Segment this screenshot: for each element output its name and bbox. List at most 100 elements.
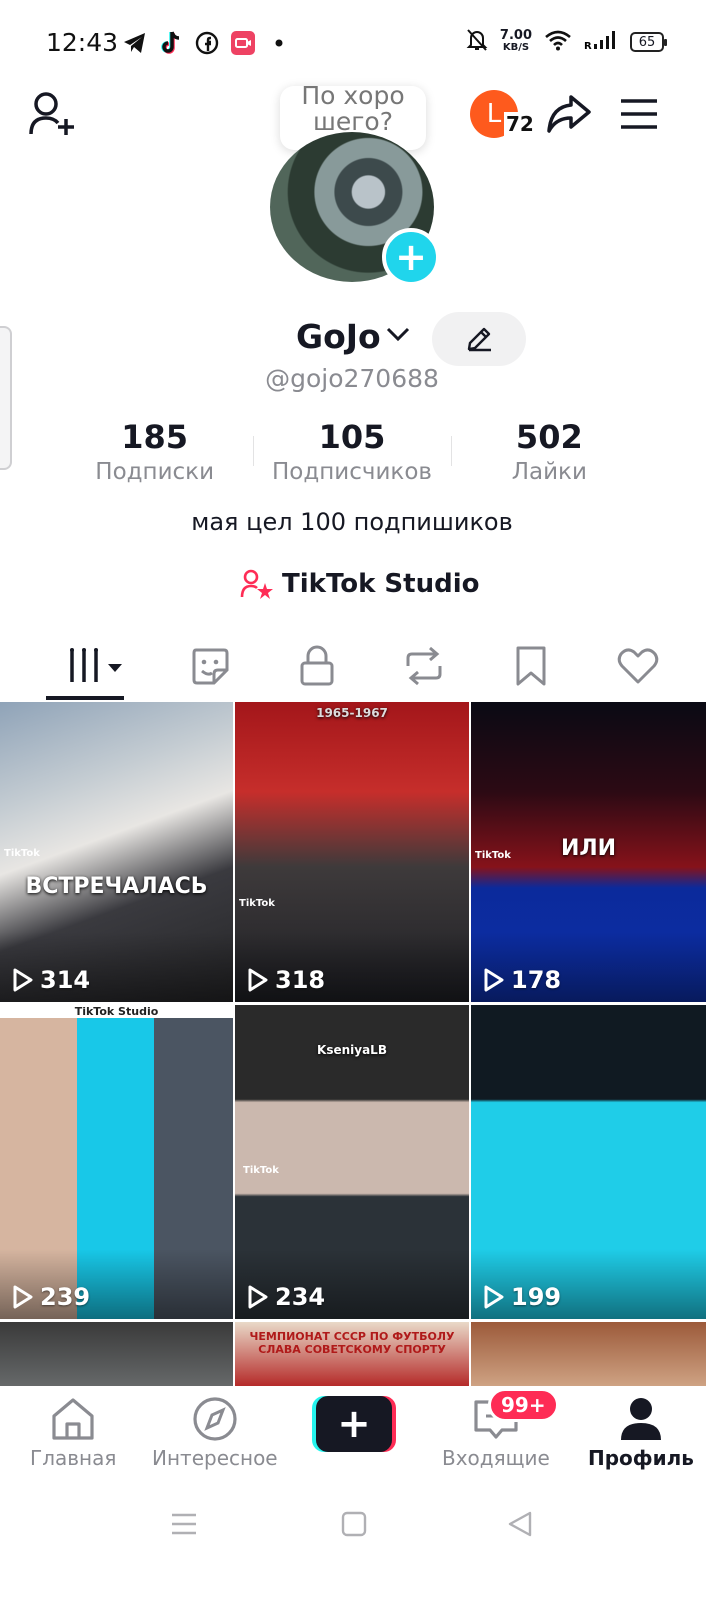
video-thumbnail[interactable] (471, 1322, 706, 1392)
repost-icon (406, 646, 441, 686)
status-bar: 12:43 7.00 KB/S R 65 (0, 0, 720, 86)
grid-bars-icon (70, 648, 122, 682)
play-icon (13, 968, 33, 992)
stat-followers-label: Подписчиков (272, 459, 432, 485)
view-count: 199 (483, 1283, 561, 1311)
tab-private[interactable] (263, 630, 370, 702)
video-thumbnail[interactable] (0, 1322, 233, 1392)
svg-text:R: R (584, 41, 592, 50)
profile-icon (620, 1398, 661, 1440)
video-thumbnail[interactable]: KseniyaLB TikTok 234 (235, 1005, 469, 1319)
video-thumbnail[interactable]: ИЛИ TikTok 178 (471, 702, 706, 1002)
tab-reposts[interactable] (370, 630, 477, 702)
add-friend-button[interactable] (26, 90, 78, 138)
video-caption: ВСТРЕЧАЛАСЬ (25, 874, 208, 899)
status-time: 12:43 (46, 28, 119, 57)
hamburger-menu-icon (621, 99, 657, 129)
stat-followers[interactable]: 105 Подписчиков (253, 418, 450, 488)
wifi-icon (544, 29, 572, 55)
video-caption: KseniyaLB (317, 1043, 387, 1057)
tiktok-studio-link[interactable]: TikTok Studio (240, 564, 479, 604)
nav-discover[interactable]: Интересное (152, 1396, 278, 1470)
view-count: 318 (247, 966, 325, 994)
back-button[interactable] (506, 1510, 534, 1542)
stat-likes-value: 502 (515, 418, 583, 456)
play-icon (248, 1285, 268, 1309)
video-grid: ВСТРЕЧАЛАСЬ TikTok 314 1965-1967 TikTok … (0, 702, 706, 1392)
add-user-icon (29, 92, 74, 135)
chevron-down-icon[interactable] (386, 326, 410, 346)
video-thumbnail[interactable]: 199 (471, 1005, 706, 1319)
dot-icon (266, 30, 292, 56)
home-icon (52, 1398, 94, 1440)
view-count: 178 (483, 966, 561, 994)
studio-icon (240, 569, 273, 599)
profile-stats: 185 Подписки 105 Подписчиков 502 Лайки (56, 418, 648, 488)
play-icon (13, 1285, 33, 1309)
add-story-icon[interactable]: + (382, 228, 440, 286)
tab-videos[interactable] (36, 630, 156, 702)
bookmark-icon (516, 646, 545, 686)
share-icon (547, 95, 591, 133)
view-count: 239 (12, 1283, 90, 1311)
sticker-icon (192, 648, 228, 685)
recents-button[interactable] (170, 1510, 198, 1542)
nav-home[interactable]: Главная (30, 1396, 116, 1470)
video-thumbnail[interactable]: ВСТРЕЧАЛАСЬ TikTok 314 (0, 702, 233, 1002)
video-watermark: TikTok (243, 1165, 279, 1176)
video-thumbnail[interactable]: ЧЕМПИОНАТ СССР ПО ФУТБОЛУ СЛАВА СОВЕТСКО… (235, 1322, 469, 1392)
active-tab-indicator (46, 696, 124, 700)
tab-liked[interactable] (584, 630, 691, 702)
tab-stickers[interactable] (156, 630, 263, 702)
stat-following-value: 185 (121, 418, 189, 456)
view-count: 314 (12, 966, 90, 994)
profile-avatar[interactable]: + (270, 132, 440, 286)
network-speed: 7.00 KB/S (499, 28, 532, 53)
stories-count: 72 (504, 112, 536, 136)
create-button[interactable]: + (312, 1396, 396, 1452)
facebook-icon (194, 30, 220, 56)
heart-icon (617, 648, 658, 684)
stat-following[interactable]: 185 Подписки (56, 418, 253, 488)
play-icon (248, 968, 268, 992)
profile-bio: мая цел 100 подпишиков (191, 508, 513, 536)
bottom-navigation: Главная Интересное + Входящие Профиль (0, 1386, 720, 1490)
status-app-icons (122, 30, 292, 56)
menu-button[interactable] (616, 94, 662, 134)
nav-inbox-label: Входящие (442, 1446, 550, 1470)
mute-icon (466, 28, 488, 56)
play-icon (484, 1285, 504, 1309)
menu-lines-icon (172, 1513, 196, 1535)
nav-discover-label: Интересное (152, 1446, 278, 1470)
view-count: 234 (247, 1283, 325, 1311)
signal-icon: R (584, 30, 618, 54)
stat-likes[interactable]: 502 Лайки (450, 418, 648, 488)
inbox-badge: 99+ (488, 1388, 559, 1422)
tab-favorites[interactable] (477, 630, 584, 702)
square-icon (341, 1511, 367, 1537)
video-caption: ЧЕМПИОНАТ СССР ПО ФУТБОЛУ СЛАВА СОВЕТСКО… (249, 1330, 455, 1356)
system-navigation-bar (0, 1496, 720, 1556)
tiktok-icon (158, 30, 184, 56)
nav-profile[interactable]: Профиль (588, 1396, 694, 1470)
home-button[interactable] (340, 1510, 368, 1542)
video-thumbnail[interactable]: 1965-1967 TikTok 318 (235, 702, 469, 1002)
pencil-icon (467, 327, 491, 352)
video-watermark: TikTok (475, 850, 511, 861)
telegram-icon (122, 30, 148, 56)
video-caption: 1965-1967 (316, 706, 388, 720)
display-name[interactable]: GoJo (296, 317, 381, 356)
video-watermark: TikTok (239, 898, 275, 909)
stat-likes-label: Лайки (511, 459, 587, 485)
back-triangle-icon (508, 1511, 532, 1537)
content-tabs (0, 630, 720, 702)
plus-icon: + (316, 1396, 392, 1452)
profile-name-row: GoJo (0, 312, 720, 366)
video-thumbnail[interactable]: TikTok Studio 239 (0, 1005, 233, 1319)
stat-followers-value: 105 (318, 418, 386, 456)
play-icon (484, 968, 504, 992)
share-profile-button[interactable] (544, 90, 594, 138)
edit-profile-button[interactable] (432, 312, 526, 366)
studio-label: TikTok Studio (282, 569, 480, 599)
stat-following-label: Подписки (95, 459, 215, 485)
